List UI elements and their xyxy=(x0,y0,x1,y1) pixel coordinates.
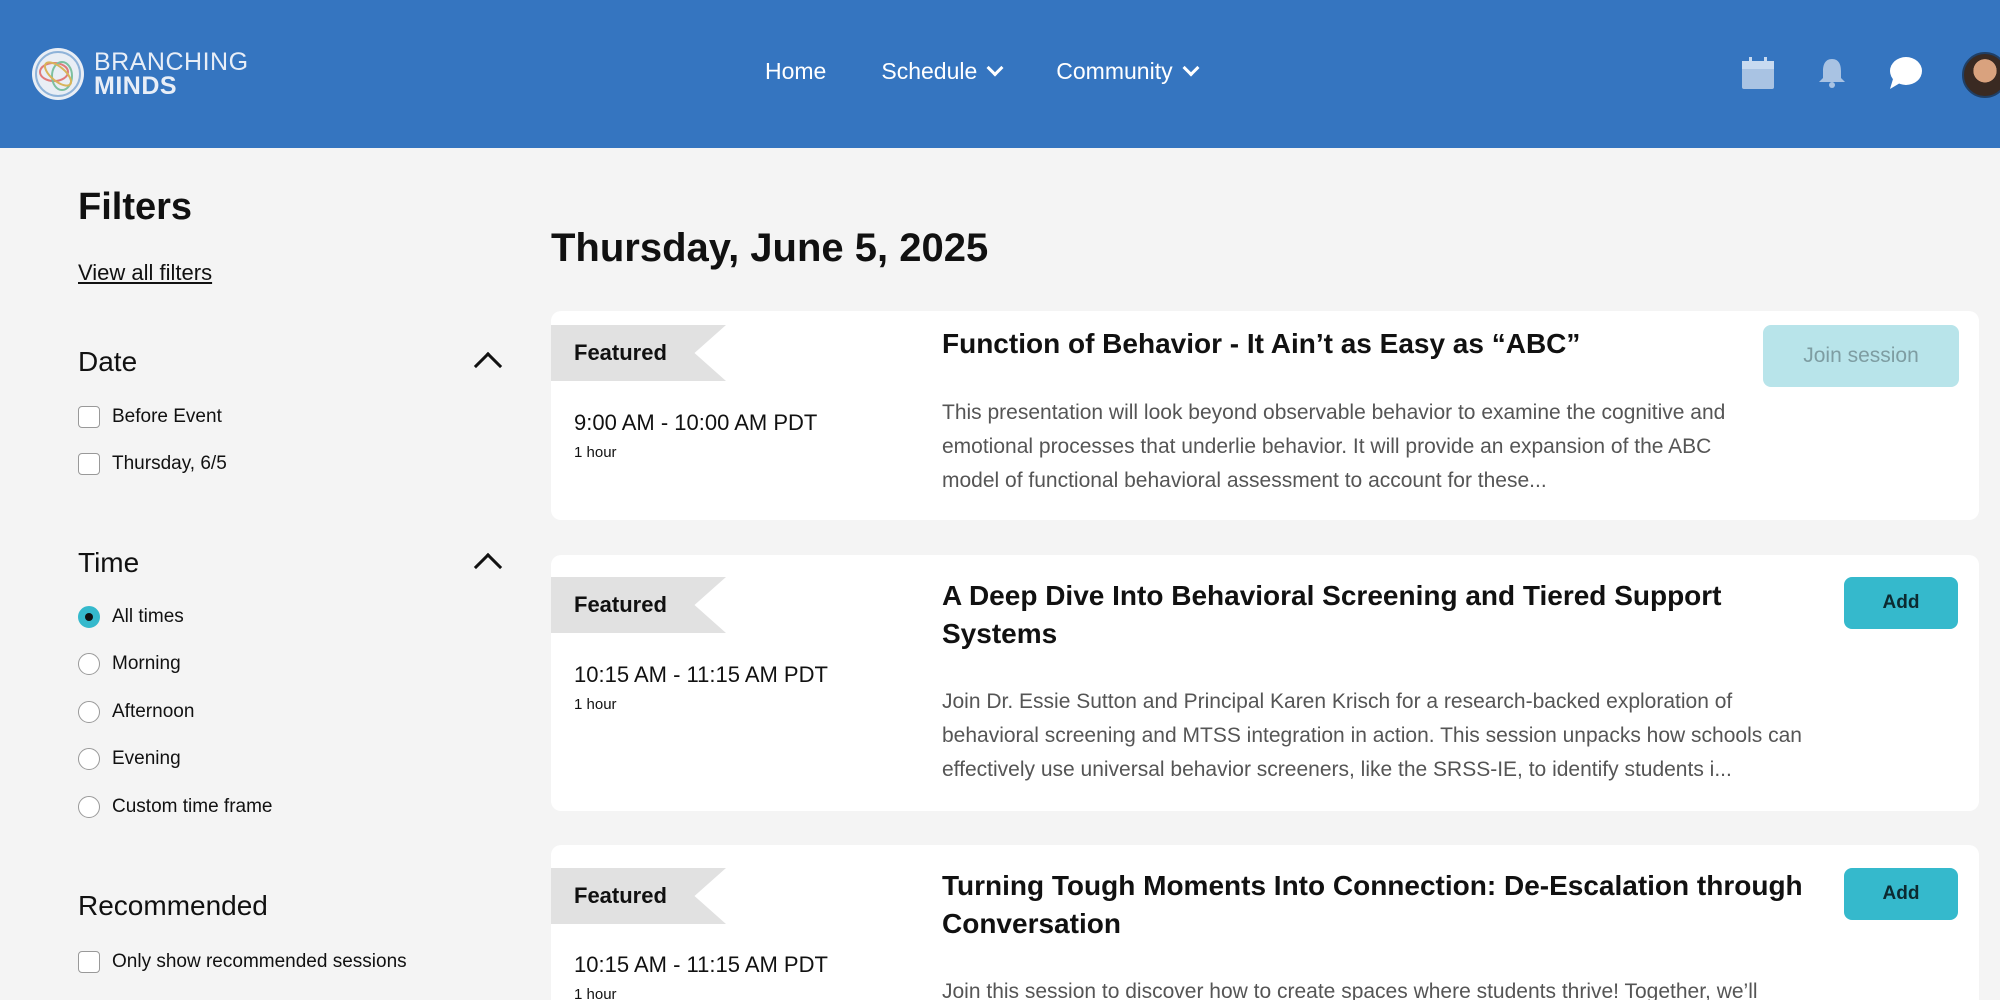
radio-button[interactable] xyxy=(78,748,100,770)
join-session-button[interactable]: Join session xyxy=(1763,325,1959,387)
session-time: 10:15 AM - 11:15 AM PDT xyxy=(574,662,828,687)
filter-only-recommended[interactable]: Only show recommended sessions xyxy=(78,951,407,973)
chat-icon[interactable] xyxy=(1887,55,1923,91)
radio-button[interactable] xyxy=(78,653,100,675)
date-section-title: Date xyxy=(78,346,138,377)
user-avatar[interactable] xyxy=(1962,52,2000,98)
bell-icon[interactable] xyxy=(1814,55,1850,91)
recommended-section-title: Recommended xyxy=(78,890,268,921)
filters-title: Filters xyxy=(78,186,193,228)
day-heading: Thursday, June 5, 2025 xyxy=(551,226,989,270)
top-navigation-bar: BRANCHING MINDS Home Schedule Community xyxy=(0,0,2000,148)
session-description: Join Dr. Essie Sutton and Principal Kare… xyxy=(942,690,1802,781)
branching-minds-logo[interactable]: BRANCHING MINDS xyxy=(30,46,249,102)
time-section-title: Time xyxy=(78,547,140,578)
radio-button[interactable] xyxy=(78,796,100,818)
session-time: 10:15 AM - 11:15 AM PDT xyxy=(574,952,828,977)
session-title[interactable]: Function of Behavior - It Ain’t as Easy … xyxy=(942,325,1822,363)
time-morning[interactable]: Morning xyxy=(78,653,181,675)
checkbox[interactable] xyxy=(78,951,100,973)
session-card[interactable]: Featured 10:15 AM - 11:15 AM PDT 1 hour … xyxy=(551,555,1979,811)
main-nav: Home Schedule Community xyxy=(765,58,1200,85)
logo-text-line2: MINDS xyxy=(94,72,178,100)
checkbox[interactable] xyxy=(78,406,100,428)
session-duration: 1 hour xyxy=(574,444,617,461)
session-card[interactable]: Featured 10:15 AM - 11:15 AM PDT 1 hour … xyxy=(551,845,1979,1000)
featured-tag: Featured xyxy=(551,325,726,381)
time-all-times[interactable]: All times xyxy=(78,606,184,628)
session-title[interactable]: A Deep Dive Into Behavioral Screening an… xyxy=(942,577,1822,653)
time-custom-frame[interactable]: Custom time frame xyxy=(78,796,272,818)
add-session-button[interactable]: Add xyxy=(1844,868,1958,920)
collapse-date-icon[interactable] xyxy=(473,351,503,381)
nav-home[interactable]: Home xyxy=(765,58,826,85)
calendar-icon[interactable] xyxy=(1740,55,1776,91)
logo-mark-icon xyxy=(30,46,86,102)
session-title[interactable]: Turning Tough Moments Into Connection: D… xyxy=(942,867,1822,943)
logo-text-line1: BRANCHING xyxy=(94,48,249,76)
collapse-time-icon[interactable] xyxy=(473,552,503,582)
checkbox[interactable] xyxy=(78,453,100,475)
filter-thursday[interactable]: Thursday, 6/5 xyxy=(78,453,227,475)
filter-before-event[interactable]: Before Event xyxy=(78,406,222,428)
chevron-down-icon xyxy=(986,59,1004,77)
add-session-button[interactable]: Add xyxy=(1844,577,1958,629)
time-evening[interactable]: Evening xyxy=(78,748,181,770)
session-time: 9:00 AM - 10:00 AM PDT xyxy=(574,410,818,435)
featured-tag: Featured xyxy=(551,868,726,924)
chevron-down-icon xyxy=(1182,59,1200,77)
radio-button[interactable] xyxy=(78,701,100,723)
session-card[interactable]: Featured 9:00 AM - 10:00 AM PDT 1 hour F… xyxy=(551,311,1979,520)
view-all-filters-link[interactable]: View all filters xyxy=(78,260,212,286)
nav-community[interactable]: Community xyxy=(1056,58,1200,85)
session-description: Join this session to discover how to cre… xyxy=(942,980,1758,1000)
session-description: This presentation will look beyond obser… xyxy=(942,401,1726,492)
radio-button[interactable] xyxy=(78,606,100,628)
session-duration: 1 hour xyxy=(574,986,617,1000)
session-duration: 1 hour xyxy=(574,696,617,713)
featured-tag: Featured xyxy=(551,577,726,633)
nav-schedule[interactable]: Schedule xyxy=(881,58,1004,85)
time-afternoon[interactable]: Afternoon xyxy=(78,701,194,723)
